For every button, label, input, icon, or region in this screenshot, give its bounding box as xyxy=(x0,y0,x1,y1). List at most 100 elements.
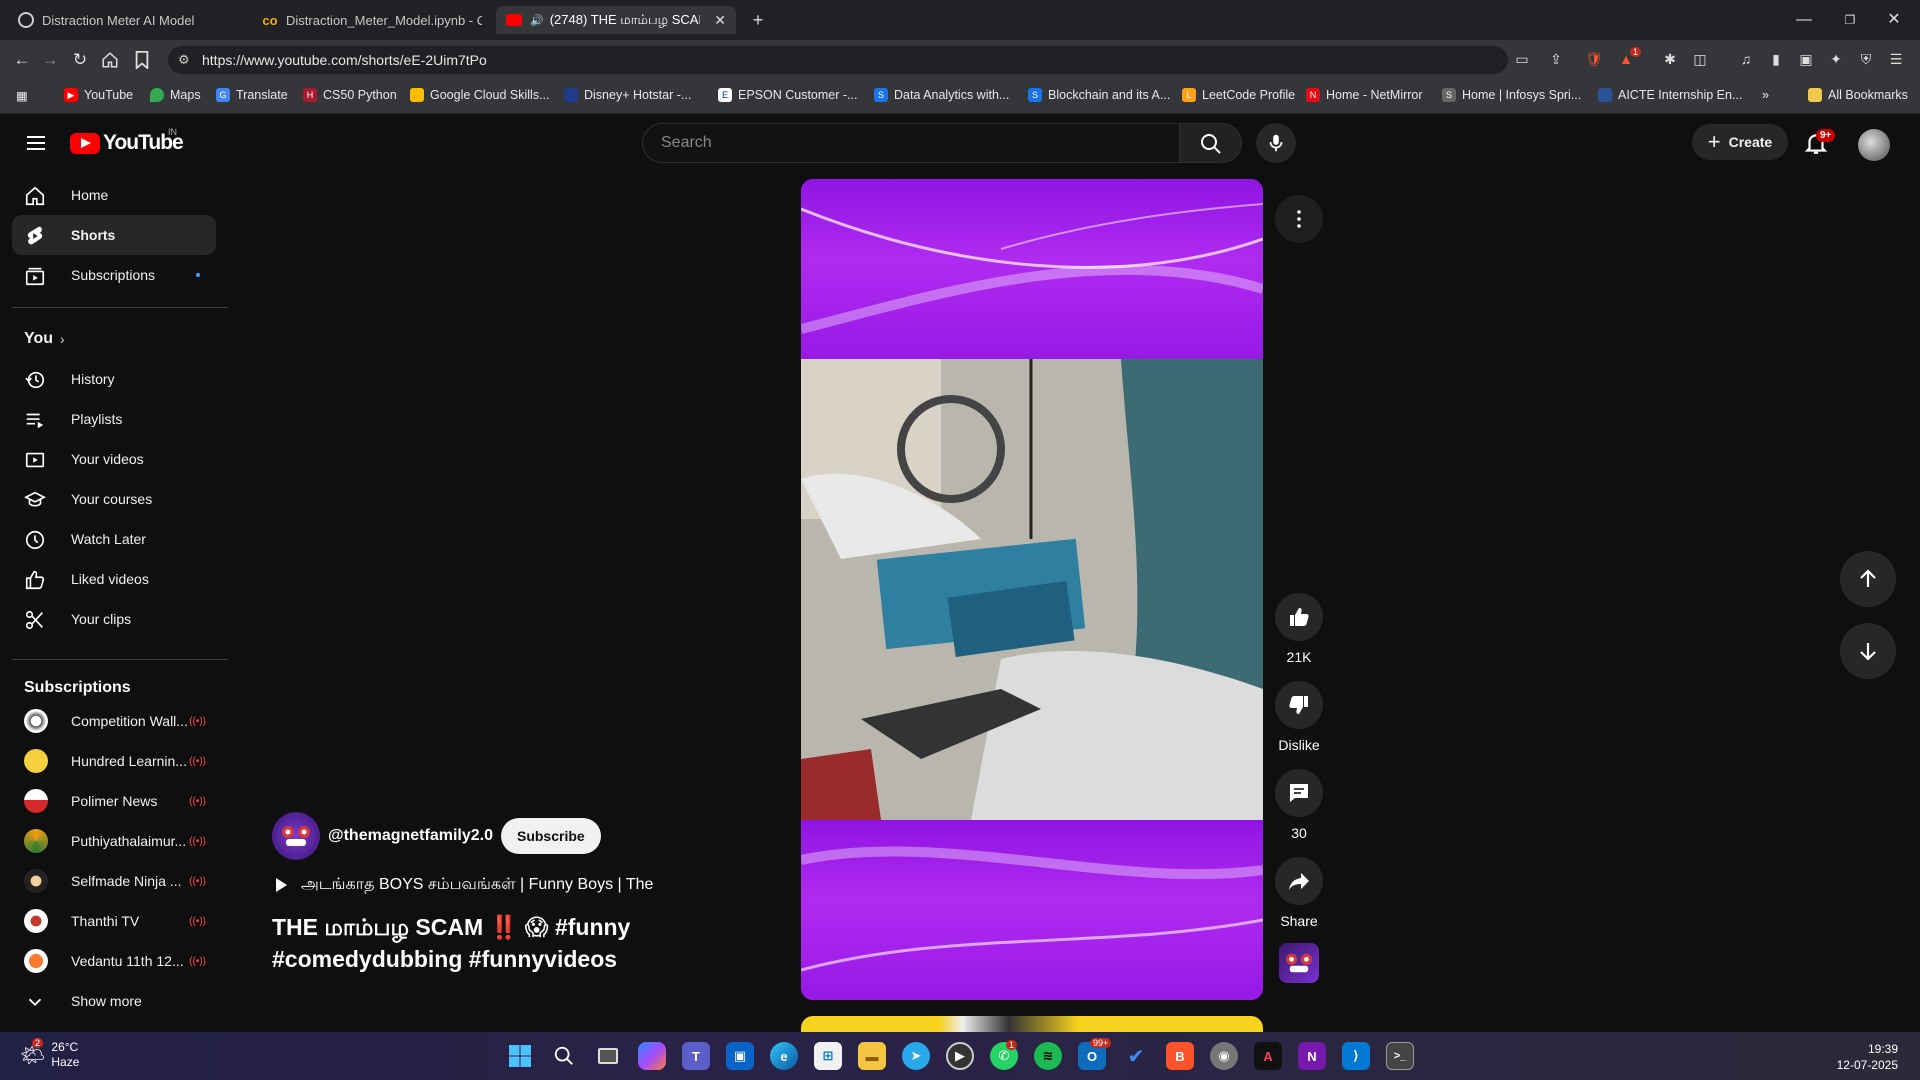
weather-widget[interactable]: 🌤 2 26°C Haze xyxy=(20,1038,79,1070)
forward-button[interactable]: → xyxy=(38,48,62,72)
search-button[interactable] xyxy=(1180,123,1242,163)
restore-button[interactable]: ❐ xyxy=(1838,8,1862,32)
bookmark-epson[interactable]: E EPSON Customer -... xyxy=(718,88,857,102)
guide-menu-button[interactable] xyxy=(24,131,48,160)
sound-channel-thumbnail[interactable] xyxy=(1279,943,1319,983)
close-window-button[interactable]: ✕ xyxy=(1882,8,1906,32)
extensions-icon[interactable]: ✱ xyxy=(1660,49,1680,69)
sidebar-item-your-videos[interactable]: Your videos xyxy=(12,439,216,479)
sidebar-icon[interactable]: ▮ xyxy=(1766,49,1786,69)
share-icon[interactable]: ⇪ xyxy=(1546,49,1566,69)
bookmark-blockchain[interactable]: S Blockchain and its A... xyxy=(1028,88,1170,102)
dislike-button[interactable] xyxy=(1275,681,1323,729)
share-button[interactable] xyxy=(1275,857,1323,905)
bookmark-youtube[interactable]: ▶ YouTube xyxy=(64,88,133,102)
voice-search-button[interactable] xyxy=(1256,123,1296,163)
cast-icon[interactable]: ▭ xyxy=(1512,49,1532,69)
site-info-icon[interactable]: ⚙ xyxy=(178,52,190,68)
file-explorer-icon[interactable]: ▬ xyxy=(858,1042,886,1070)
minimize-button[interactable]: — xyxy=(1792,8,1816,32)
close-tab-icon[interactable]: ✕ xyxy=(714,12,726,29)
sidebar-item-subscriptions[interactable]: Subscriptions xyxy=(12,255,216,295)
screenshot-icon[interactable]: ◫ xyxy=(1690,49,1710,69)
subscription-item[interactable]: Selfmade Ninja ... ((•)) xyxy=(12,861,216,901)
sidebar-item-home[interactable]: Home xyxy=(12,175,216,215)
more-bookmarks-icon[interactable]: » xyxy=(1762,88,1769,102)
reload-button[interactable]: ↻ xyxy=(68,48,92,72)
github-desktop-icon[interactable]: ◉ xyxy=(1210,1042,1238,1070)
playlist-link[interactable]: அடங்காத BOYS சம்பவங்கள் | Funny Boys | T… xyxy=(276,875,653,895)
subscription-item[interactable]: Vedantu 11th 12... ((•)) xyxy=(12,941,216,981)
bookmark-translate[interactable]: G Translate xyxy=(216,88,288,102)
channel-avatar[interactable] xyxy=(272,812,320,860)
start-button[interactable] xyxy=(506,1042,534,1070)
media-player-icon[interactable]: ▶ xyxy=(946,1042,974,1070)
subscription-item[interactable]: Thanthi TV ((•)) xyxy=(12,901,216,941)
edge-icon[interactable]: e xyxy=(770,1042,798,1070)
spotify-icon[interactable]: ≋ xyxy=(1034,1042,1062,1070)
channel-handle[interactable]: @themagnetfamily2.0 xyxy=(328,827,493,845)
task-view-button[interactable] xyxy=(594,1042,622,1070)
sidebar-item-watch-later[interactable]: Watch Later xyxy=(12,519,216,559)
bookmark-data-analytics[interactable]: S Data Analytics with... xyxy=(874,88,1009,102)
bookmark-aicte[interactable]: AICTE Internship En... xyxy=(1598,88,1742,102)
terminal-icon[interactable]: >_ xyxy=(1386,1042,1414,1070)
home-button[interactable] xyxy=(98,48,122,72)
bookmark-maps[interactable]: Maps xyxy=(150,88,201,102)
create-button[interactable]: + Create xyxy=(1692,124,1788,160)
media-icon[interactable]: ♫ xyxy=(1736,49,1756,69)
subscription-item[interactable]: Competition Wall... ((•)) xyxy=(12,701,216,741)
sidebar-item-playlists[interactable]: Playlists xyxy=(12,399,216,439)
vscode-icon[interactable]: ⟩ xyxy=(1342,1042,1370,1070)
new-tab-button[interactable]: + xyxy=(746,8,770,32)
tab-distraction-meter[interactable]: Distraction Meter AI Model xyxy=(8,6,248,34)
apps-icon[interactable]: ▦ xyxy=(16,88,28,103)
previous-short-button[interactable] xyxy=(1840,551,1896,607)
tab-youtube-short[interactable]: 🔊 (2748) THE மாம்பழ SCAM ✕ xyxy=(496,6,736,34)
bookmark-infosys[interactable]: S Home | Infosys Spri... xyxy=(1442,88,1581,102)
search-input[interactable] xyxy=(643,124,1179,162)
subscription-item[interactable]: Puthiyathalaimur... ((•)) xyxy=(12,821,216,861)
ms-store-icon[interactable]: ⊞ xyxy=(814,1042,842,1070)
bookmark-button[interactable] xyxy=(130,48,154,72)
wallet-icon[interactable]: ▣ xyxy=(1796,49,1816,69)
telegram-icon[interactable]: ➤ xyxy=(902,1042,930,1070)
more-actions-button[interactable] xyxy=(1275,195,1323,243)
brave-browser-icon[interactable]: B xyxy=(1166,1042,1194,1070)
bookmark-netmirror[interactable]: N Home - NetMirror xyxy=(1306,88,1423,102)
all-bookmarks[interactable]: All Bookmarks xyxy=(1808,88,1908,102)
shorts-player[interactable] xyxy=(801,179,1263,1000)
taskbar-search-button[interactable] xyxy=(550,1042,578,1070)
comments-button[interactable] xyxy=(1275,769,1323,817)
brave-shields-icon[interactable]: 🛡 xyxy=(1584,49,1604,69)
adobe-icon[interactable]: A xyxy=(1254,1042,1282,1070)
vpn-icon[interactable]: ⛨ xyxy=(1856,49,1876,69)
bookmark-google-cloud[interactable]: Google Cloud Skills... xyxy=(410,88,550,102)
store-widget-icon[interactable]: ▣ xyxy=(726,1042,754,1070)
show-more-button[interactable]: Show more xyxy=(12,981,216,1021)
sidebar-item-liked-videos[interactable]: Liked videos xyxy=(12,559,216,599)
bookmark-cs50[interactable]: H CS50 Python xyxy=(303,88,397,102)
sidebar-item-your-clips[interactable]: Your clips xyxy=(12,599,216,639)
onenote-icon[interactable]: N xyxy=(1298,1042,1326,1070)
sidebar-item-your-courses[interactable]: Your courses xyxy=(12,479,216,519)
copilot-icon[interactable] xyxy=(638,1042,666,1070)
next-short-button[interactable] xyxy=(1840,623,1896,679)
url-field[interactable]: ⚙ https://www.youtube.com/shorts/eE-2Uim… xyxy=(168,46,1508,74)
system-clock[interactable]: 19:39 12-07-2025 xyxy=(1837,1041,1898,1073)
sidebar-item-shorts[interactable]: Shorts xyxy=(12,215,216,255)
bookmark-leetcode[interactable]: L LeetCode Profile xyxy=(1182,88,1295,102)
sidebar-item-history[interactable]: History xyxy=(12,359,216,399)
todo-icon[interactable]: ✔ xyxy=(1122,1042,1150,1070)
subscribe-button[interactable]: Subscribe xyxy=(500,818,601,854)
bookmark-hotstar[interactable]: Disney+ Hotstar -... xyxy=(564,88,691,102)
like-button[interactable] xyxy=(1275,593,1323,641)
account-avatar[interactable] xyxy=(1858,129,1890,161)
leo-ai-icon[interactable]: ✦ xyxy=(1826,49,1846,69)
tab-colab[interactable]: co Distraction_Meter_Model.ipynb - Col xyxy=(252,6,492,34)
back-button[interactable]: ← xyxy=(10,48,34,72)
menu-icon[interactable]: ☰ xyxy=(1886,49,1906,69)
subscription-item[interactable]: Hundred Learnin... ((•)) xyxy=(12,741,216,781)
subscription-item[interactable]: Polimer News ((•)) xyxy=(12,781,216,821)
sidebar-you-heading[interactable]: You › xyxy=(12,319,216,359)
